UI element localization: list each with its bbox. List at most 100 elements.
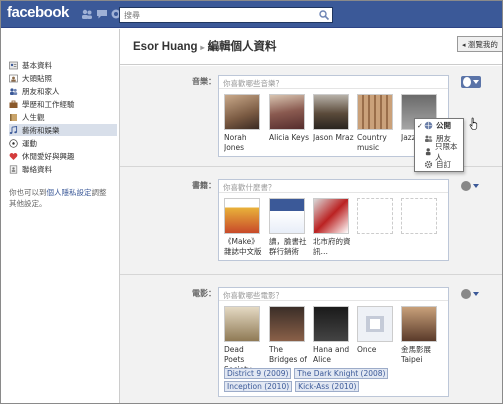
privacy-option-only-me[interactable]: 只限本人: [415, 142, 463, 162]
sidebar-item-activities-interests[interactable]: 休閒愛好與興趣: [9, 150, 117, 162]
movie-item[interactable]: Once: [357, 306, 397, 355]
movie-item[interactable]: Hana and Alice: [313, 306, 353, 365]
music-item[interactable]: Alicia Keys: [269, 94, 309, 143]
book-item-thumbnail: [224, 198, 260, 234]
book-item-thumbnail: [313, 198, 349, 234]
music-item[interactable]: Country music: [357, 94, 397, 153]
messages-icon[interactable]: [96, 8, 108, 20]
books-privacy-selector[interactable]: [461, 180, 481, 192]
movie-tag[interactable]: Kick-Ass (2010): [295, 381, 360, 392]
movie-tag[interactable]: Inception (2010): [224, 381, 293, 392]
music-item[interactable]: Jason Mraz: [313, 94, 354, 143]
top-navigation-bar: facebook 搜尋: [1, 1, 502, 28]
book-item-label: 北市府的資訊…: [313, 237, 351, 256]
globe-icon: [461, 181, 471, 191]
sidebar-item-profile-picture[interactable]: 大頭貼照: [9, 72, 117, 84]
movie-tag[interactable]: The Dark Knight (2008): [294, 368, 389, 379]
sidebar-item-basic-info[interactable]: 基本資料: [9, 59, 117, 71]
music-item[interactable]: Norah Jones: [224, 94, 264, 153]
book-item[interactable]: 《Make》雜誌中文版: [224, 198, 264, 257]
movie-item-thumbnail: [401, 306, 437, 342]
book-icon: [10, 113, 17, 121]
movie-item-thumbnail: [313, 306, 349, 342]
breadcrumb-separator: ▸: [200, 43, 205, 52]
movie-item-label: 金馬影展 Taipei: [401, 345, 431, 364]
sidebar-item-label: 休閒愛好與興趣: [22, 151, 75, 161]
sidebar-item-label: 朋友和家人: [22, 86, 60, 96]
music-note-icon: [9, 125, 18, 134]
book-slot-empty[interactable]: [357, 198, 397, 234]
movie-item[interactable]: The Bridges of: [269, 306, 309, 365]
hand-cursor-icon: [469, 117, 478, 130]
sidebar-item-label: 大頭貼照: [22, 73, 52, 83]
search-placeholder: 搜尋: [124, 11, 140, 20]
chevron-down-icon: [473, 184, 479, 188]
music-label: 音樂：: [192, 77, 216, 86]
movie-tag-list: District 9 (2009) The Dark Knight (2008)I…: [224, 368, 444, 394]
sidebar-item-label: 基本資料: [22, 60, 52, 70]
music-item-thumbnail: [357, 94, 393, 130]
sidebar: 基本資料 大頭貼照 朋友和家人 學歷和工作經驗 人生觀 藝術和娛樂 運動 休閒愛…: [1, 29, 119, 403]
chevron-down-icon: [473, 80, 479, 84]
privacy-option-public[interactable]: ✓ 公開: [415, 119, 463, 132]
sidebar-item-label: 學歷和工作經驗: [22, 99, 75, 109]
search-icon[interactable]: [318, 9, 330, 21]
book-item-label: 《Make》雜誌中文版: [224, 237, 262, 256]
books-placeholder: 你喜歡什麼書？: [223, 183, 276, 192]
friends-icon: [10, 87, 18, 95]
movie-item-thumbnail: [269, 306, 305, 342]
book-item[interactable]: 北市府的資訊…: [313, 198, 353, 257]
briefcase-icon: [9, 100, 18, 108]
music-item-label: Jason Mraz: [313, 133, 354, 142]
lock-person-icon: [425, 148, 431, 156]
page-header: Esor Huang ▸ 編輯個人資料 ◂ 瀏覽我的: [120, 29, 502, 65]
profile-card-icon: [9, 61, 18, 69]
movie-tag[interactable]: District 9 (2009): [224, 368, 292, 379]
movies-privacy-selector[interactable]: [461, 288, 481, 300]
movies-input[interactable]: 你喜歡哪些電影？: [219, 288, 448, 301]
music-item-thumbnail: [269, 94, 305, 130]
sidebar-item-arts-entertainment[interactable]: 藝術和娛樂: [9, 124, 117, 136]
content-area: 音樂： 你喜歡哪些音樂？ Norah Jones Alicia Keys Jas…: [120, 66, 502, 403]
sidebar-item-label: 人生觀: [22, 112, 45, 122]
friend-requests-icon[interactable]: [81, 8, 93, 20]
checkmark-icon: ✓: [417, 121, 423, 130]
music-privacy-selector[interactable]: [461, 76, 481, 88]
books-input[interactable]: 你喜歡什麼書？: [219, 180, 448, 193]
sidebar-item-label: 藝術和娛樂: [22, 125, 60, 135]
sidebar-item-friends-family[interactable]: 朋友和家人: [9, 85, 117, 97]
book-slot-empty[interactable]: [401, 198, 441, 234]
globe-icon: [424, 121, 433, 130]
view-my-profile-button[interactable]: ◂ 瀏覽我的: [457, 36, 502, 52]
search-input[interactable]: 搜尋: [119, 7, 333, 23]
music-item-label: Alicia Keys: [269, 133, 309, 142]
music-item-thumbnail: [224, 94, 260, 130]
music-input[interactable]: 你喜歡哪些音樂？: [219, 76, 448, 89]
empty-slot: [357, 198, 393, 234]
privacy-settings-link[interactable]: 個人隱私設定: [47, 188, 92, 197]
privacy-option-label: 自訂: [436, 160, 451, 169]
arrow-left-icon: ◂: [462, 41, 466, 49]
gear-icon: [424, 160, 433, 169]
view-profile-label: 瀏覽我的: [467, 40, 498, 49]
movie-item-label: The Bridges of: [269, 345, 307, 364]
movie-item[interactable]: 金馬影展 Taipei: [401, 306, 441, 365]
user-name-link[interactable]: Esor Huang: [133, 41, 198, 53]
sidebar-item-education-work[interactable]: 學歷和工作經驗: [9, 98, 117, 110]
movie-item[interactable]: Dead Poets Society: [224, 306, 264, 375]
facebook-logo[interactable]: facebook: [7, 4, 69, 21]
movie-item-label: Hana and Alice: [313, 345, 350, 364]
music-item-label: Norah Jones: [224, 133, 247, 152]
page-title-text: 編輯個人資料: [207, 41, 277, 53]
book-item[interactable]: 讀，臉書社群行銷術: [269, 198, 309, 257]
sidebar-item-sports[interactable]: 運動: [9, 137, 117, 149]
books-label: 書籍：: [192, 181, 216, 190]
privacy-option-label: 公開: [436, 121, 451, 130]
sidebar-item-philosophy[interactable]: 人生觀: [9, 111, 117, 123]
main-panel: Esor Huang ▸ 編輯個人資料 ◂ 瀏覽我的 音樂： 你喜歡哪些音樂？ No…: [119, 29, 502, 403]
music-placeholder: 你喜歡哪些音樂？: [223, 79, 283, 88]
movie-item-label: Once: [357, 345, 377, 354]
section-divider: [120, 274, 502, 275]
sidebar-item-contact-info[interactable]: 聯絡資料: [9, 163, 117, 175]
photo-icon: [9, 74, 18, 82]
